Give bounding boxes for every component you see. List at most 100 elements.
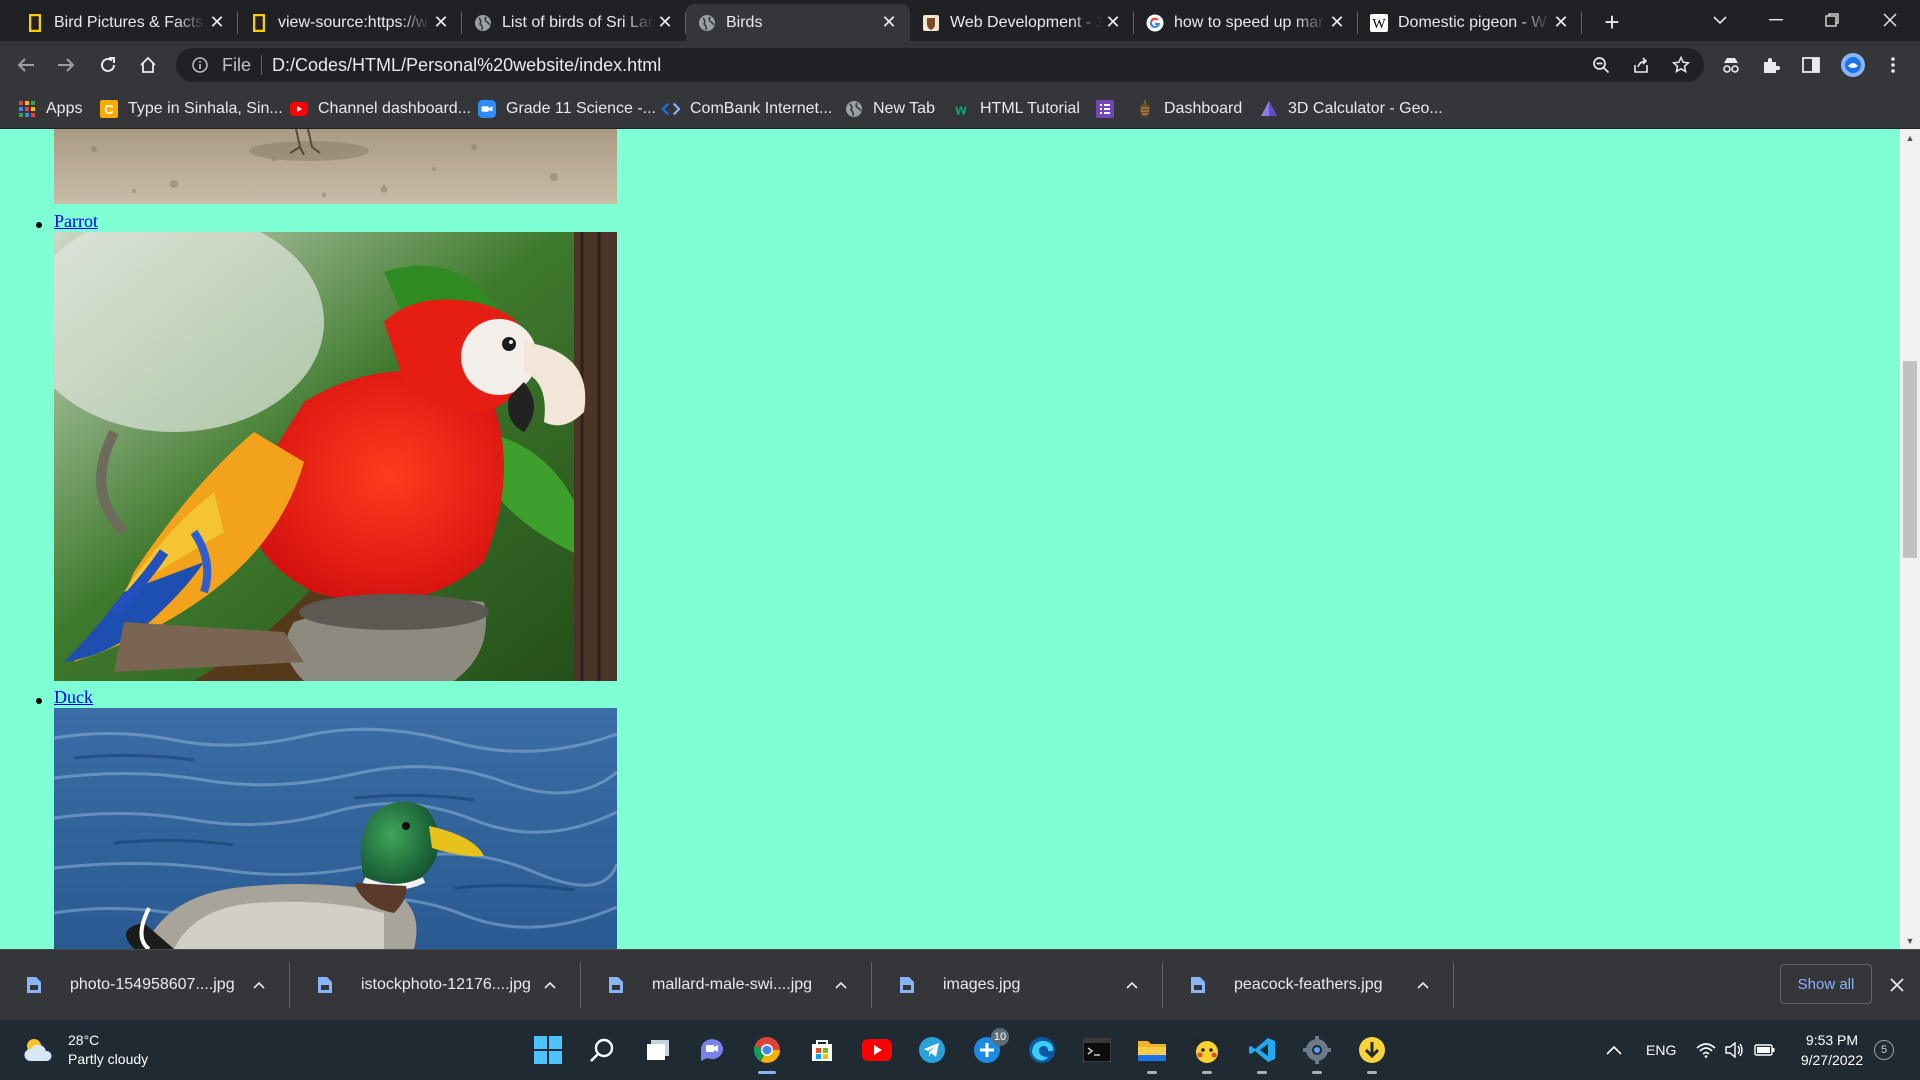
share-button[interactable]: [1624, 48, 1658, 82]
star-icon: [1672, 56, 1690, 74]
download-filename: peacock-feathers.jpg: [1234, 976, 1383, 993]
url-text[interactable]: D:/Codes/HTML/Personal%20website/index.h…: [272, 55, 661, 76]
bookmark-star-button[interactable]: [1664, 48, 1698, 82]
bookmark-grade-11-science[interactable]: Grade 11 Science -...: [478, 97, 656, 121]
incognito-extension-button[interactable]: [1714, 48, 1748, 82]
restore-button[interactable]: [1804, 0, 1860, 40]
tab-web-development[interactable]: Web Development - 1 ✕: [910, 4, 1134, 41]
scroll-down-arrow[interactable]: ▼: [1900, 932, 1920, 949]
youtube-icon[interactable]: [859, 1032, 895, 1068]
chevron-up-icon[interactable]: [248, 981, 270, 989]
weather-condition: Partly cloudy: [68, 1051, 149, 1067]
reload-button[interactable]: [92, 49, 124, 81]
bookmark-new-tab[interactable]: New Tab: [845, 97, 935, 121]
scrollbar-thumb[interactable]: [1903, 361, 1917, 558]
store-icon[interactable]: [804, 1032, 840, 1068]
file-explorer-icon[interactable]: [1134, 1032, 1170, 1074]
close-icon: [1883, 13, 1897, 27]
chrome-icon[interactable]: [749, 1032, 785, 1074]
bookmark-dashboard[interactable]: Dashboard: [1136, 97, 1242, 121]
telegram-icon[interactable]: [914, 1032, 950, 1068]
wifi-icon[interactable]: [1696, 1036, 1716, 1064]
bookmark-apps[interactable]: Apps: [18, 97, 82, 121]
bookmark-combank[interactable]: ComBank Internet...: [662, 97, 832, 121]
task-view-icon[interactable]: [640, 1032, 676, 1068]
google-icon: [1146, 14, 1164, 32]
bookmark-3d-calculator[interactable]: 3D Calculator - Geo...: [1260, 97, 1443, 121]
terminal-icon[interactable]: [1079, 1032, 1115, 1068]
tab-birds[interactable]: Birds ✕: [686, 4, 910, 41]
bookmark-list[interactable]: [1096, 97, 1124, 121]
download-item[interactable]: peacock-feathers.jpg: [1164, 950, 1454, 1020]
close-window-button[interactable]: [1862, 0, 1918, 40]
chrome-menu-button[interactable]: [1876, 48, 1910, 82]
tab-bird-pictures[interactable]: Bird Pictures & Facts ✕: [14, 4, 238, 41]
battery-icon[interactable]: [1754, 1036, 1776, 1064]
parrot-photo: [54, 232, 617, 681]
back-button[interactable]: [10, 49, 42, 81]
close-icon[interactable]: ✕: [654, 12, 676, 34]
language-indicator[interactable]: ENG: [1646, 1036, 1676, 1064]
extensions-button[interactable]: [1754, 48, 1788, 82]
vscode-icon[interactable]: [1244, 1032, 1280, 1074]
close-icon[interactable]: ✕: [1326, 12, 1348, 34]
search-icon[interactable]: [584, 1032, 620, 1068]
volume-icon[interactable]: [1724, 1036, 1744, 1064]
download-item[interactable]: photo-154958607....jpg: [0, 950, 290, 1020]
edge-icon[interactable]: [1024, 1032, 1060, 1068]
info-icon[interactable]: [190, 57, 210, 73]
close-download-shelf-button[interactable]: [1882, 970, 1912, 1000]
bird-link-duck[interactable]: Duck: [54, 687, 93, 708]
start-icon[interactable]: [530, 1032, 566, 1068]
weather-widget[interactable]: 28°C Partly cloudy: [22, 1030, 148, 1070]
show-hidden-icons-button[interactable]: [1606, 1036, 1622, 1064]
tab-how-to-speed-up[interactable]: how to speed up mar ✕: [1134, 4, 1358, 41]
close-icon[interactable]: ✕: [1550, 12, 1572, 34]
running-indicator: [1312, 1071, 1322, 1074]
bookmark-type-in-sinhala[interactable]: C Type in Sinhala, Sin...: [100, 97, 283, 121]
chevron-up-icon[interactable]: [1121, 981, 1143, 989]
tab-search-button[interactable]: [1692, 0, 1748, 40]
settings-icon[interactable]: [1299, 1032, 1335, 1074]
list-bullet: [36, 698, 42, 704]
plus-app-icon[interactable]: 10: [969, 1028, 1009, 1068]
tab-list-of-birds[interactable]: List of birds of Sri Lan ✕: [462, 4, 686, 41]
minimize-button[interactable]: [1748, 0, 1804, 40]
chevron-up-icon[interactable]: [539, 981, 561, 989]
forward-button[interactable]: [50, 49, 82, 81]
teams-chat-icon[interactable]: [694, 1032, 730, 1068]
home-button[interactable]: [132, 49, 164, 81]
close-icon[interactable]: ✕: [206, 12, 228, 34]
tab-domestic-pigeon[interactable]: W Domestic pigeon - W ✕: [1358, 4, 1582, 41]
address-bar[interactable]: File D:/Codes/HTML/Personal%20website/in…: [176, 48, 1704, 82]
tab-view-source[interactable]: view-source:https://w ✕: [238, 4, 462, 41]
bookmark-html-tutorial[interactable]: w HTML Tutorial: [952, 97, 1079, 121]
notification-center-button[interactable]: 5: [1874, 1040, 1894, 1060]
bird-link-parrot[interactable]: Parrot: [54, 211, 98, 232]
downloader-icon[interactable]: [1354, 1032, 1390, 1074]
close-icon[interactable]: ✕: [1102, 12, 1124, 34]
show-all-downloads-button[interactable]: Show all: [1780, 964, 1872, 1004]
chevron-up-icon[interactable]: [1412, 981, 1434, 989]
page-scrollbar[interactable]: ▲ ▼: [1900, 129, 1920, 949]
chevron-down-icon: [1713, 15, 1727, 24]
pikachu-app-icon[interactable]: [1189, 1032, 1225, 1074]
new-tab-button[interactable]: +: [1598, 7, 1626, 37]
system-clock[interactable]: 9:53 PM 9/27/2022: [1782, 1030, 1882, 1070]
tab-separator: [1581, 12, 1582, 34]
close-icon[interactable]: ✕: [430, 12, 452, 34]
download-item[interactable]: images.jpg: [873, 950, 1163, 1020]
pinecone-icon: [1136, 100, 1154, 118]
download-separator: [871, 962, 872, 1008]
close-icon: [1890, 978, 1904, 992]
tab-strip: Bird Pictures & Facts ✕ view-source:http…: [0, 0, 1920, 41]
zoom-button[interactable]: [1584, 48, 1618, 82]
profile-avatar[interactable]: [1836, 48, 1870, 82]
bookmark-channel-dashboard[interactable]: Channel dashboard...: [290, 97, 471, 121]
chevron-up-icon[interactable]: [830, 981, 852, 989]
download-item[interactable]: mallard-male-swi....jpg: [582, 950, 872, 1020]
scroll-up-arrow[interactable]: ▲: [1900, 129, 1920, 146]
side-panel-button[interactable]: [1794, 48, 1828, 82]
close-icon[interactable]: ✕: [878, 12, 900, 34]
download-item[interactable]: istockphoto-12176....jpg: [291, 950, 581, 1020]
